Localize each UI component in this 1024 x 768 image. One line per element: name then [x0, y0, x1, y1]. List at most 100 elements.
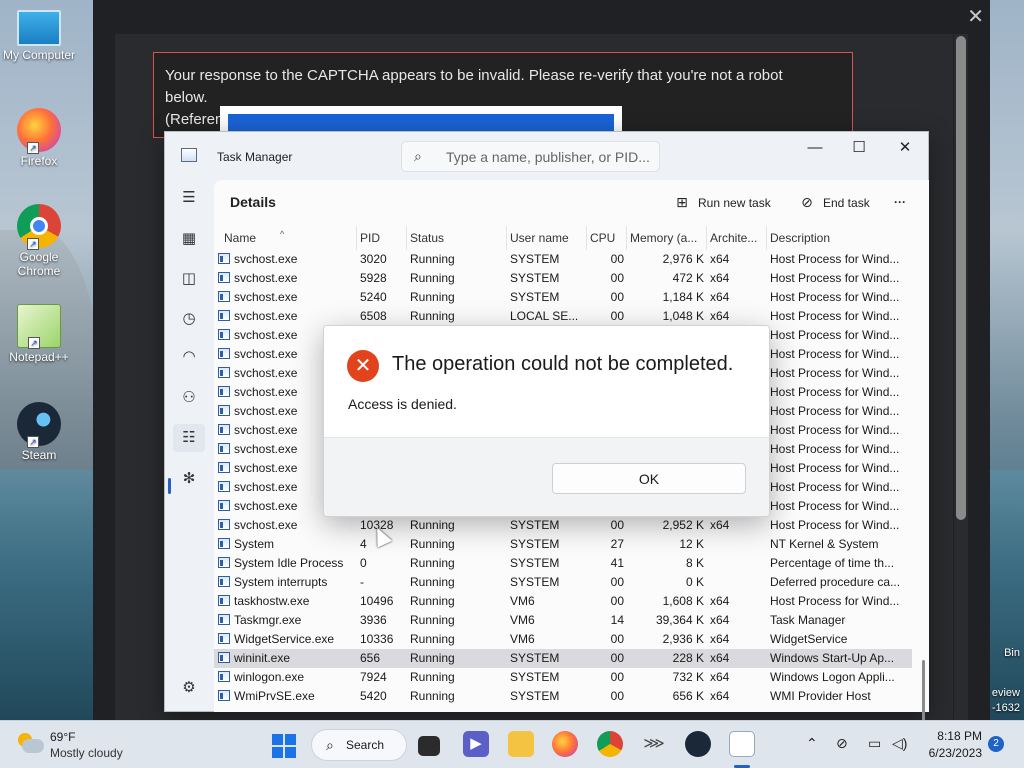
clock-date[interactable]: 6/23/2023 [920, 746, 982, 760]
browser-scrollbar[interactable] [954, 34, 968, 720]
teams-chat-icon[interactable]: ▶ [463, 731, 489, 757]
network-disconnected-icon[interactable]: ⊘ [836, 735, 848, 752]
browser-scroll-thumb[interactable] [956, 36, 966, 520]
performance-icon[interactable]: ◫ [173, 265, 205, 293]
column-divider[interactable] [706, 226, 707, 250]
display-icon[interactable]: ▭ [868, 735, 881, 752]
close-button[interactable]: ✕ [885, 136, 925, 160]
table-cell: Percentage of time th... [770, 556, 895, 570]
end-task-label: End task [823, 196, 870, 210]
table-cell: Running [410, 537, 455, 551]
column-header[interactable]: Name [224, 226, 360, 250]
table-cell: Running [410, 632, 455, 646]
table-cell: Host Process for Wind... [770, 271, 900, 285]
clock-time[interactable]: 8:18 PM [930, 729, 982, 743]
chrome-taskbar-icon[interactable] [597, 731, 623, 757]
column-divider[interactable] [766, 226, 767, 250]
table-row[interactable]: svchost.exe 3020 Running SYSTEM 00 2,976 K x64… [214, 250, 912, 269]
column-divider[interactable] [586, 226, 587, 250]
table-row[interactable]: svchost.exe 5928 Running SYSTEM 00 472 K x64 Ho… [214, 269, 912, 288]
column-header[interactable]: PID [360, 226, 408, 250]
app-history-icon[interactable]: ◷ [173, 305, 205, 333]
column-divider[interactable] [626, 226, 627, 250]
column-divider[interactable] [406, 226, 407, 250]
table-row[interactable]: wininit.exe 656 Running SYSTEM 00 228 K x64 Win… [214, 649, 912, 668]
column-divider[interactable] [506, 226, 507, 250]
shortcut-arrow-icon: ↗ [27, 142, 39, 154]
maximize-button[interactable]: ☐ [839, 136, 879, 160]
cloudy-weather-icon[interactable] [16, 733, 44, 755]
fish-app-icon[interactable]: ⋙ [641, 731, 667, 757]
column-header[interactable]: CPU [590, 226, 624, 250]
table-row[interactable]: System interrupts - Running SYSTEM 00 0 K Defe… [214, 573, 912, 592]
table-cell: SYSTEM [510, 271, 560, 285]
more-options-button[interactable]: ··· [894, 192, 906, 212]
table-cell: 8 K [685, 556, 704, 570]
notification-badge[interactable]: 2 [988, 736, 1004, 752]
process-icon [218, 291, 230, 302]
details-icon[interactable]: ☷ [173, 424, 205, 452]
volume-icon[interactable]: ◁) [892, 735, 907, 752]
show-hidden-icons-chevron-icon[interactable]: ⌃ [806, 735, 818, 752]
weather-temperature[interactable]: 69°F [50, 730, 75, 744]
desktop-icon-steam[interactable]: ↗ Steam [2, 402, 76, 462]
settings-gear-icon[interactable]: ⚙ [173, 674, 205, 702]
table-cell: x64 [710, 651, 730, 665]
table-row[interactable]: winlogon.exe 7924 Running SYSTEM 00 732 K x64 W… [214, 668, 912, 687]
table-cell: 14 [610, 613, 624, 627]
start-button-icon[interactable] [272, 734, 296, 758]
taskbar-search-button[interactable]: ⌕ Search [311, 729, 407, 761]
search-input[interactable] [446, 147, 651, 167]
desktop-icon-chrome[interactable]: ↗ Google Chrome [2, 204, 76, 278]
process-name: svchost.exe [234, 461, 298, 475]
ok-button[interactable]: OK [552, 463, 746, 494]
task-manager-taskbar-icon[interactable] [729, 731, 755, 757]
steam-taskbar-icon[interactable] [685, 731, 711, 757]
table-row[interactable]: svchost.exe 6508 Running LOCAL SE... 00 1,048… [214, 307, 912, 326]
table-cell: Host Process for Wind... [770, 461, 900, 475]
column-header[interactable]: User name [510, 226, 588, 250]
processes-icon[interactable]: ▦ [173, 225, 205, 253]
run-new-task-button[interactable]: ⊞ Run new task [674, 192, 771, 212]
desktop-icon-label: My Computer [2, 48, 76, 62]
process-name: winlogon.exe [234, 670, 305, 684]
table-row[interactable]: svchost.exe 5240 Running SYSTEM 00 1,184 K x64… [214, 288, 912, 307]
desktop-icon-notepadpp[interactable]: ↗ Notepad++ [2, 304, 76, 364]
table-cell: Running [410, 613, 455, 627]
search-box[interactable]: ⌕ [401, 141, 660, 172]
task-view-icon[interactable] [418, 736, 440, 756]
table-row[interactable]: Taskmgr.exe 3936 Running VM6 14 39,364 K x64 Ta… [214, 611, 912, 630]
end-task-button[interactable]: ⊘ End task [799, 192, 870, 212]
column-header[interactable]: Status [410, 226, 508, 250]
column-divider[interactable] [356, 226, 357, 250]
startup-apps-icon[interactable]: ◠ [173, 343, 205, 371]
process-icon [218, 310, 230, 321]
column-header[interactable]: Description [770, 226, 906, 250]
column-header[interactable]: Memory (a... [630, 226, 704, 250]
firefox-taskbar-icon[interactable] [552, 731, 578, 757]
minimize-button[interactable]: — [795, 136, 835, 160]
table-row[interactable]: svchost.exe 10328 Running SYSTEM 00 2,952 Kx6… [214, 516, 912, 535]
weather-description[interactable]: Mostly cloudy [50, 746, 123, 760]
desktop-icon-my-computer[interactable]: My Computer [2, 10, 76, 62]
table-row[interactable]: taskhostw.exe 10496 Running VM6 00 1,608 K x64… [214, 592, 912, 611]
table-cell: 39,364 K [655, 613, 704, 627]
process-icon [218, 690, 230, 701]
users-icon[interactable]: ⚇ [173, 384, 205, 412]
column-header[interactable]: Archite... [710, 226, 766, 250]
file-explorer-icon[interactable] [508, 731, 534, 757]
table-cell: 656 K [672, 689, 704, 703]
table-cell: 1,048 K [662, 309, 704, 323]
table-cell: 472 K [672, 271, 704, 285]
table-cell: Host Process for Wind... [770, 423, 900, 437]
services-icon[interactable]: ✻ [173, 465, 205, 493]
table-row[interactable]: WidgetService.exe 10336 Running VM6 00 2,936 … [214, 630, 912, 649]
hamburger-menu-icon[interactable]: ☰ [173, 184, 205, 212]
process-icon [218, 405, 230, 416]
desktop-icon-firefox[interactable]: ↗ Firefox [2, 108, 76, 168]
process-name: svchost.exe [234, 309, 298, 323]
table-row[interactable]: System Idle Process 0 Running SYSTEM 41 8 K Pe… [214, 554, 912, 573]
close-icon[interactable]: ✕ [967, 4, 984, 29]
table-row[interactable]: System 4 Running SYSTEM 27 12 K NT Kernel & Sy… [214, 535, 912, 554]
table-row[interactable]: WmiPrvSE.exe 5420 Running SYSTEM 00 656 K x64 W… [214, 687, 912, 706]
